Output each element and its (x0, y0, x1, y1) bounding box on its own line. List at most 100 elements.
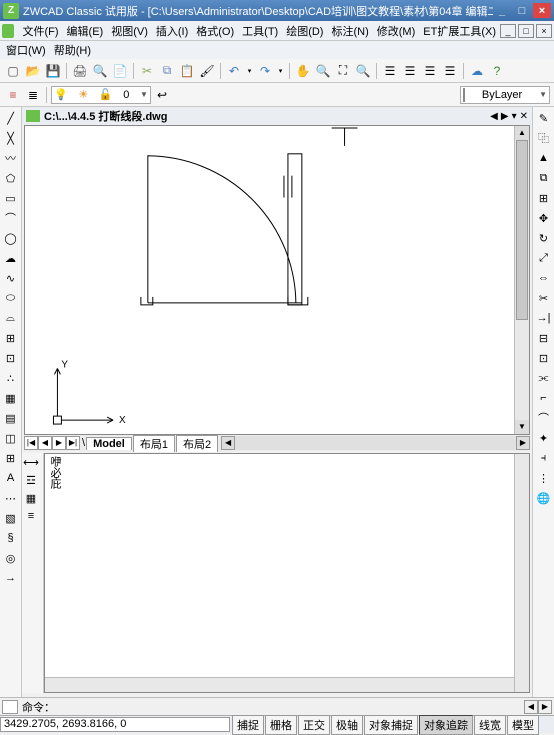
undo-dropdown-icon[interactable]: ▾ (245, 62, 254, 80)
cmdline-right-icon[interactable]: ▶ (538, 700, 552, 714)
close-button[interactable]: × (533, 3, 551, 18)
make-block-icon[interactable]: ⊡ (2, 349, 20, 367)
canvas-hscroll[interactable]: ◀ ▶ (221, 436, 530, 450)
gradient-icon[interactable]: ▤ (2, 409, 20, 427)
layer-previous-icon[interactable]: ↩ (153, 86, 171, 104)
command-line[interactable]: 命令： ◀ ▶ (0, 697, 554, 715)
command-history[interactable]: 咿必庇 (44, 453, 530, 693)
mdi-restore-button[interactable]: □ (518, 24, 534, 38)
otrack-toggle[interactable]: 对象追踪 (419, 715, 473, 735)
menu-draw[interactable]: 绘图(D) (282, 21, 327, 41)
menu-tools[interactable]: 工具(T) (238, 21, 282, 41)
wipeout-icon[interactable]: ▧ (2, 509, 20, 527)
menu-window[interactable]: 窗口(W) (2, 41, 50, 59)
cut-icon[interactable]: ✂ (138, 62, 156, 80)
more-draw-icon[interactable]: ⋯ (2, 489, 20, 507)
menu-file[interactable]: 文件(F) (18, 21, 62, 41)
break-icon[interactable]: ⊡ (535, 349, 553, 367)
zoom-previous-icon[interactable]: 🔍 (354, 62, 372, 80)
drawing-canvas[interactable]: X Y ▲ ▼ (24, 125, 530, 435)
redo-icon[interactable]: ↷ (256, 62, 274, 80)
menu-format[interactable]: 格式(O) (192, 21, 238, 41)
mdi-minimize-button[interactable]: _ (500, 24, 516, 38)
area-icon[interactable]: ☲ (22, 471, 40, 489)
print-icon[interactable]: 🖨 (71, 62, 89, 80)
doc-next-icon[interactable]: ▶ (501, 111, 509, 122)
command-handle-icon[interactable] (2, 700, 18, 714)
properties-icon[interactable]: ☰ (381, 62, 399, 80)
array-icon[interactable]: ⊞ (535, 189, 553, 207)
layer-manager-icon[interactable]: ≡ (4, 86, 22, 104)
layout-prev-icon[interactable]: ◀ (38, 436, 52, 450)
snap-toggle[interactable]: 捕捉 (232, 715, 264, 735)
copy-object-icon[interactable]: ⿻ (535, 129, 553, 147)
undo-icon[interactable]: ↶ (225, 62, 243, 80)
color-combo[interactable]: ByLayer ▼ (460, 86, 550, 104)
helix-icon[interactable]: § (2, 529, 20, 547)
canvas-vscroll[interactable]: ▲ ▼ (514, 126, 529, 434)
align-icon[interactable]: ⫞ (535, 449, 553, 467)
modify-more-icon[interactable]: ⋮ (535, 469, 553, 487)
help-icon[interactable]: ? (488, 62, 506, 80)
layer-states-icon[interactable]: ≣ (24, 86, 42, 104)
layout-first-icon[interactable]: |◀ (24, 436, 38, 450)
sheetset-icon[interactable]: ☰ (441, 62, 459, 80)
zoom-realtime-icon[interactable]: 🔍 (314, 62, 332, 80)
menu-edit[interactable]: 编辑(E) (63, 21, 108, 41)
menu-help[interactable]: 帮助(H) (50, 41, 95, 59)
layout-next-icon[interactable]: ▶ (52, 436, 66, 450)
ortho-toggle[interactable]: 正交 (298, 715, 330, 735)
distance-icon[interactable]: ⟷ (22, 453, 40, 471)
scroll-left-icon[interactable]: ◀ (221, 436, 235, 450)
world-icon[interactable]: 🌐 (535, 489, 553, 507)
layout-last-icon[interactable]: ▶| (66, 436, 80, 450)
explode-icon[interactable]: ✦ (535, 429, 553, 447)
tool-palette-icon[interactable]: ☰ (421, 62, 439, 80)
print-preview-icon[interactable]: 🔍 (91, 62, 109, 80)
layout-tab-1[interactable]: 布局1 (133, 435, 175, 452)
scroll-down-icon[interactable]: ▼ (515, 420, 529, 434)
spline-icon[interactable]: ∿ (2, 269, 20, 287)
coordinates-readout[interactable]: 3429.2705, 2693.8166, 0 (0, 717, 230, 732)
scroll-thumb[interactable] (516, 140, 528, 320)
pan-icon[interactable]: ✋ (294, 62, 312, 80)
design-center-icon[interactable]: ☰ (401, 62, 419, 80)
circle-icon[interactable]: ◯ (2, 229, 20, 247)
offset-icon[interactable]: ⧉ (535, 169, 553, 187)
move-icon[interactable]: ✥ (535, 209, 553, 227)
doc-menu-icon[interactable]: ▾ (512, 111, 517, 122)
scroll-right-icon[interactable]: ▶ (516, 436, 530, 450)
mtext-icon[interactable]: A (2, 469, 20, 487)
publish-icon[interactable]: 📄 (111, 62, 129, 80)
ellipse-arc-icon[interactable]: ⌓ (2, 309, 20, 327)
region-icon[interactable]: ◫ (2, 429, 20, 447)
point-icon[interactable]: ∴ (2, 369, 20, 387)
layout-tab-model[interactable]: Model (86, 437, 132, 450)
redo-dropdown-icon[interactable]: ▾ (276, 62, 285, 80)
erase-icon[interactable]: ✎ (535, 109, 553, 127)
doc-close-icon[interactable]: ✕ (520, 111, 528, 122)
ellipse-icon[interactable]: ⬭ (2, 289, 20, 307)
new-file-icon[interactable]: ▢ (4, 62, 22, 80)
layout-tab-2[interactable]: 布局2 (176, 435, 218, 452)
open-file-icon[interactable]: 📂 (24, 62, 42, 80)
minimize-button[interactable]: _ (493, 3, 511, 18)
donut-icon[interactable]: ◎ (2, 549, 20, 567)
cmdhist-vscroll[interactable] (514, 454, 529, 692)
polyline-icon[interactable]: 〰 (2, 149, 20, 167)
osnap-toggle[interactable]: 对象捕捉 (364, 715, 418, 735)
menu-et[interactable]: ET扩展工具(X) (419, 21, 500, 41)
construction-line-icon[interactable]: ╳ (2, 129, 20, 147)
maximize-button[interactable]: □ (513, 3, 531, 18)
cloud-icon[interactable]: ☁ (468, 62, 486, 80)
cmdline-left-icon[interactable]: ◀ (524, 700, 538, 714)
ray-icon[interactable]: → (2, 569, 20, 587)
model-toggle[interactable]: 模型 (507, 715, 539, 735)
revision-cloud-icon[interactable]: ☁ (2, 249, 20, 267)
copy-icon[interactable]: ⧉ (158, 62, 176, 80)
line-icon[interactable]: ╱ (2, 109, 20, 127)
fillet-icon[interactable]: ⌒ (535, 409, 553, 427)
menu-dimension[interactable]: 标注(N) (327, 21, 372, 41)
menu-view[interactable]: 视图(V) (107, 21, 152, 41)
cmdhist-hscroll[interactable] (45, 677, 514, 692)
